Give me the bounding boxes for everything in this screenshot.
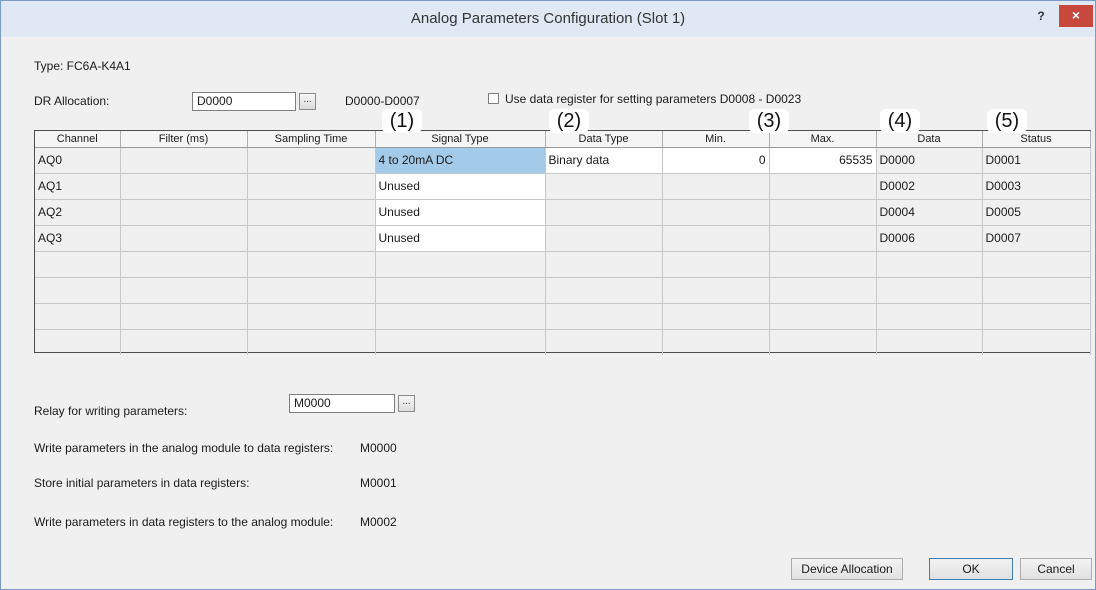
callout-marker-2: (2) xyxy=(549,109,589,133)
signal-type-cell[interactable]: Unused xyxy=(375,199,546,226)
min-cell[interactable]: 0 xyxy=(662,147,770,174)
callout-marker-5: (5) xyxy=(987,109,1027,133)
max-cell xyxy=(769,173,877,200)
table-row: AQ1 Unused D0002 D0003 xyxy=(35,173,1091,200)
title-bar: Analog Parameters Configuration (Slot 1)… xyxy=(1,1,1095,37)
col-header-data: Data xyxy=(876,131,983,148)
channel-cell: AQ0 xyxy=(35,147,121,174)
max-cell xyxy=(769,225,877,252)
status-cell: D0007 xyxy=(982,225,1091,252)
col-header-sampling-time: Sampling Time xyxy=(247,131,376,148)
close-button[interactable]: × xyxy=(1059,5,1093,27)
data-cell: D0004 xyxy=(876,199,983,226)
data-cell: D0002 xyxy=(876,173,983,200)
data-cell: D0006 xyxy=(876,225,983,252)
device-allocation-button[interactable]: Device Allocation xyxy=(791,558,903,580)
signal-type-cell[interactable]: Unused xyxy=(375,225,546,252)
min-cell xyxy=(662,173,770,200)
grid-header-row: Channel Filter (ms) Sampling Time Signal… xyxy=(35,131,1091,148)
info-label-write-registers: Write parameters in data registers to th… xyxy=(34,515,334,529)
status-cell: D0003 xyxy=(982,173,1091,200)
channel-cell: AQ3 xyxy=(35,225,121,252)
dialog-window: Analog Parameters Configuration (Slot 1)… xyxy=(0,0,1096,590)
table-row: AQ0 4 to 20mA DC Binary data 0 65535 D00… xyxy=(35,147,1091,174)
relay-browse-button[interactable]: ... xyxy=(398,395,415,412)
info-label-store-initial: Store initial parameters in data registe… xyxy=(34,476,250,490)
sampling-time-cell xyxy=(247,199,376,226)
info-label-write-module: Write parameters in the analog module to… xyxy=(34,441,334,455)
data-type-cell xyxy=(545,199,663,226)
col-header-channel: Channel xyxy=(35,131,121,148)
filter-cell xyxy=(120,199,248,226)
channel-cell: AQ2 xyxy=(35,199,121,226)
dr-range-text: D0000-D0007 xyxy=(345,94,420,108)
empty-row xyxy=(35,251,1091,278)
table-row: AQ3 Unused D0006 D0007 xyxy=(35,225,1091,252)
data-type-cell xyxy=(545,225,663,252)
filter-cell xyxy=(120,173,248,200)
dr-allocation-label: DR Allocation: xyxy=(34,94,110,108)
status-cell: D0005 xyxy=(982,199,1091,226)
channel-cell: AQ1 xyxy=(35,173,121,200)
use-register-label: Use data register for setting parameters… xyxy=(505,92,802,106)
min-cell xyxy=(662,225,770,252)
info-value-store-initial: M0001 xyxy=(360,476,397,490)
col-header-max: Max. xyxy=(769,131,877,148)
signal-type-cell[interactable]: Unused xyxy=(375,173,546,200)
ok-button[interactable]: OK xyxy=(929,558,1013,580)
callout-marker-4: (4) xyxy=(880,109,920,133)
col-header-status: Status xyxy=(982,131,1091,148)
table-row: AQ2 Unused D0004 D0005 xyxy=(35,199,1091,226)
status-cell: D0001 xyxy=(982,147,1091,174)
sampling-time-cell xyxy=(247,173,376,200)
data-type-cell xyxy=(545,173,663,200)
info-value-write-registers: M0002 xyxy=(360,515,397,529)
info-value-write-module: M0000 xyxy=(360,441,397,455)
empty-row xyxy=(35,329,1091,355)
relay-input[interactable]: M0000 xyxy=(289,394,395,413)
col-header-signal-type: Signal Type xyxy=(375,131,546,148)
relay-label: Relay for writing parameters: xyxy=(34,404,188,418)
callout-marker-3: (3) xyxy=(749,109,789,133)
filter-cell xyxy=(120,225,248,252)
col-header-filter: Filter (ms) xyxy=(120,131,248,148)
max-cell[interactable]: 65535 xyxy=(769,147,877,174)
parameter-grid: Channel Filter (ms) Sampling Time Signal… xyxy=(34,130,1091,355)
cancel-button[interactable]: Cancel xyxy=(1020,558,1092,580)
dr-allocation-browse-button[interactable]: ... xyxy=(299,93,316,110)
callout-marker-1: (1) xyxy=(382,109,422,133)
use-register-checkbox[interactable] xyxy=(488,93,499,104)
filter-cell[interactable] xyxy=(120,147,248,174)
window-title: Analog Parameters Configuration (Slot 1) xyxy=(410,10,686,27)
help-button[interactable]: ? xyxy=(1029,7,1053,25)
sampling-time-cell xyxy=(247,225,376,252)
dr-allocation-input[interactable]: D0000 xyxy=(192,92,296,111)
empty-row xyxy=(35,303,1091,330)
type-label: Type: FC6A-K4A1 xyxy=(34,59,131,73)
col-header-data-type: Data Type xyxy=(545,131,663,148)
min-cell xyxy=(662,199,770,226)
data-type-cell[interactable]: Binary data xyxy=(545,147,663,174)
max-cell xyxy=(769,199,877,226)
signal-type-cell[interactable]: 4 to 20mA DC xyxy=(375,147,546,174)
sampling-time-cell[interactable] xyxy=(247,147,376,174)
col-header-min: Min. xyxy=(662,131,770,148)
empty-row xyxy=(35,277,1091,304)
data-cell: D0000 xyxy=(876,147,983,174)
